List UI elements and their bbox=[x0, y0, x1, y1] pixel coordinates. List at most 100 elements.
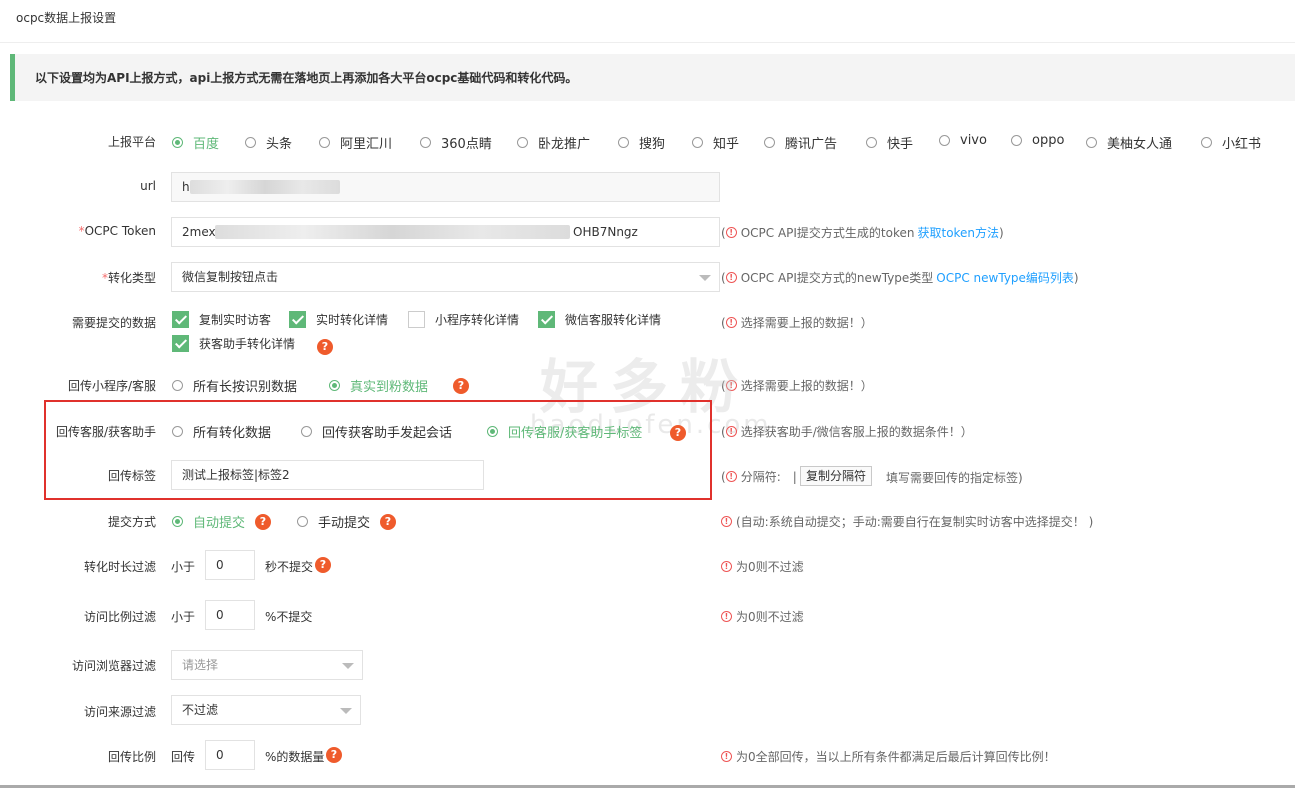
radio-label: 快手 bbox=[887, 137, 914, 152]
browser-filter-label: 访问浏览器过滤 bbox=[71, 659, 156, 673]
ratio-hint-text: 为0则不过滤 bbox=[736, 610, 804, 624]
info-icon: ! bbox=[725, 317, 737, 328]
radio-dot bbox=[329, 380, 340, 391]
radio-label: 回传客服/获客助手标签 bbox=[508, 426, 643, 441]
help-icon[interactable]: ? bbox=[453, 378, 469, 394]
token-label: *OCPC Token bbox=[79, 224, 156, 238]
radio-label: 美柚女人通 bbox=[1107, 137, 1173, 152]
checkbox-option[interactable]: 微信客服转化详情 bbox=[538, 311, 661, 328]
radio-option[interactable]: 阿里汇川 bbox=[319, 133, 392, 152]
radio-option[interactable]: 回传获客助手发起会话 bbox=[301, 422, 452, 441]
duration-hint: ! 为0则不过滤 bbox=[721, 558, 804, 575]
checkbox-box bbox=[408, 311, 425, 328]
radio-dot bbox=[1011, 135, 1022, 146]
ratio-input[interactable]: 0 bbox=[205, 600, 255, 630]
info-icon: ! bbox=[725, 227, 737, 238]
radio-option[interactable]: 快手 bbox=[866, 133, 913, 152]
platform-label: 上报平台 bbox=[107, 135, 156, 149]
top-bar: ocpc数据上报设置 bbox=[0, 0, 1295, 43]
checkbox-option[interactable]: 实时转化详情 bbox=[289, 311, 388, 328]
callback-ratio-input[interactable]: 0 bbox=[205, 740, 255, 770]
radio-option[interactable]: 回传客服/获客助手标签 bbox=[487, 422, 642, 441]
radio-option[interactable]: 卧龙推广 bbox=[517, 133, 590, 152]
radio-option[interactable]: 腾讯广告 bbox=[764, 133, 837, 152]
info-icon: ! bbox=[725, 426, 737, 437]
service-callback-hint: (! 选择获客助手/微信客服上报的数据条件！） bbox=[721, 424, 973, 440]
radio-dot bbox=[420, 137, 431, 148]
help-icon[interactable]: ? bbox=[317, 339, 333, 355]
radio-option[interactable]: 搜狗 bbox=[618, 133, 665, 152]
radio-option[interactable]: vivo bbox=[939, 133, 987, 148]
radio-option[interactable]: 百度 bbox=[172, 133, 219, 152]
callback-ratio-suffix: %的数据量 bbox=[265, 750, 325, 764]
radio-label: 360点睛 bbox=[441, 137, 492, 152]
duration-input[interactable]: 0 bbox=[205, 550, 255, 580]
radio-option[interactable]: 手动提交 bbox=[297, 512, 370, 531]
radio-label: 小红书 bbox=[1222, 137, 1262, 152]
convert-type-value: 微信复制按钮点击 bbox=[182, 270, 279, 284]
convert-type-hint-text: OCPC API提交方式的newType类型 bbox=[740, 271, 934, 285]
newtype-list-link[interactable]: OCPC newType编码列表 bbox=[936, 269, 1074, 286]
checkbox-option[interactable]: 小程序转化详情 bbox=[408, 311, 519, 328]
submit-mode-label: 提交方式 bbox=[107, 515, 156, 529]
info-icon: ! bbox=[721, 516, 732, 527]
radio-dot bbox=[172, 516, 183, 527]
radio-dot bbox=[172, 380, 183, 391]
radio-option[interactable]: 小红书 bbox=[1201, 133, 1261, 152]
callback-tag-label: 回传标签 bbox=[107, 469, 156, 483]
radio-option[interactable]: 360点睛 bbox=[420, 133, 492, 152]
copy-separator-button[interactable]: 复制分隔符 bbox=[800, 466, 873, 486]
token-label-text: OCPC Token bbox=[84, 224, 156, 238]
radio-option[interactable]: 所有长按识别数据 bbox=[172, 376, 297, 395]
checkbox-label: 小程序转化详情 bbox=[435, 313, 520, 327]
help-icon[interactable]: ? bbox=[326, 747, 342, 763]
submit-data-hint-text: 选择需要上报的数据！） bbox=[740, 316, 873, 330]
chevron-down-icon bbox=[699, 275, 711, 281]
checkbox-option[interactable]: 获客助手转化详情 bbox=[172, 335, 295, 352]
url-redacted bbox=[190, 180, 340, 194]
radio-option[interactable]: 所有转化数据 bbox=[172, 422, 271, 441]
radio-dot bbox=[517, 137, 528, 148]
help-icon[interactable]: ? bbox=[315, 557, 331, 573]
browser-filter-placeholder: 请选择 bbox=[182, 658, 219, 672]
radio-label: 回传获客助手发起会话 bbox=[322, 426, 453, 441]
radio-option[interactable]: oppo bbox=[1011, 133, 1064, 148]
radio-dot bbox=[1201, 137, 1212, 148]
help-icon[interactable]: ? bbox=[380, 514, 396, 530]
info-icon: ! bbox=[721, 611, 732, 622]
radio-dot bbox=[692, 137, 703, 148]
radio-option[interactable]: 真实到粉数据 bbox=[329, 376, 428, 395]
radio-dot bbox=[319, 137, 330, 148]
info-icon: ! bbox=[725, 272, 737, 283]
callback-tag-input[interactable]: 测试上报标签|标签2 bbox=[171, 460, 484, 490]
submit-data-label: 需要提交的数据 bbox=[71, 316, 156, 330]
browser-filter-select[interactable]: 请选择 bbox=[171, 650, 363, 680]
source-filter-select[interactable]: 不过滤 bbox=[171, 695, 361, 725]
radio-option[interactable]: 自动提交 bbox=[172, 512, 245, 531]
radio-dot bbox=[939, 135, 950, 146]
radio-label: 自动提交 bbox=[193, 516, 246, 531]
convert-type-label: *转化类型 bbox=[102, 269, 156, 286]
url-label: url bbox=[140, 179, 156, 193]
radio-dot bbox=[618, 137, 629, 148]
callback-tag-hint: (! 分隔符: | bbox=[721, 469, 797, 485]
token-help-link[interactable]: 获取token方法 bbox=[917, 224, 999, 241]
radio-option[interactable]: 美柚女人通 bbox=[1086, 133, 1172, 152]
token-hint-text: OCPC API提交方式生成的token bbox=[740, 226, 915, 240]
mini-callback-hint-text: 选择需要上报的数据！） bbox=[740, 379, 873, 393]
radio-label: 所有长按识别数据 bbox=[193, 380, 298, 395]
notice-text: 以下设置均为API上报方式，api上报方式无需在落地页上再添加各大平台ocpc基… bbox=[35, 71, 578, 85]
duration-value: 0 bbox=[216, 558, 224, 572]
radio-label: 腾讯广告 bbox=[785, 137, 838, 152]
ratio-prefix: 小于 bbox=[171, 610, 196, 624]
chevron-down-icon bbox=[340, 708, 352, 714]
help-icon[interactable]: ? bbox=[670, 425, 686, 441]
convert-type-select[interactable]: 微信复制按钮点击 bbox=[171, 262, 720, 292]
radio-option[interactable]: 知乎 bbox=[692, 133, 739, 152]
checkbox-option[interactable]: 复制实时访客 bbox=[172, 311, 271, 328]
radio-option[interactable]: 头条 bbox=[245, 133, 292, 152]
radio-label: vivo bbox=[960, 133, 987, 148]
url-value: h bbox=[182, 180, 190, 194]
help-icon[interactable]: ? bbox=[255, 514, 271, 530]
callback-tag-hint-suffix: 填写需要回传的指定标签) bbox=[886, 471, 1023, 485]
